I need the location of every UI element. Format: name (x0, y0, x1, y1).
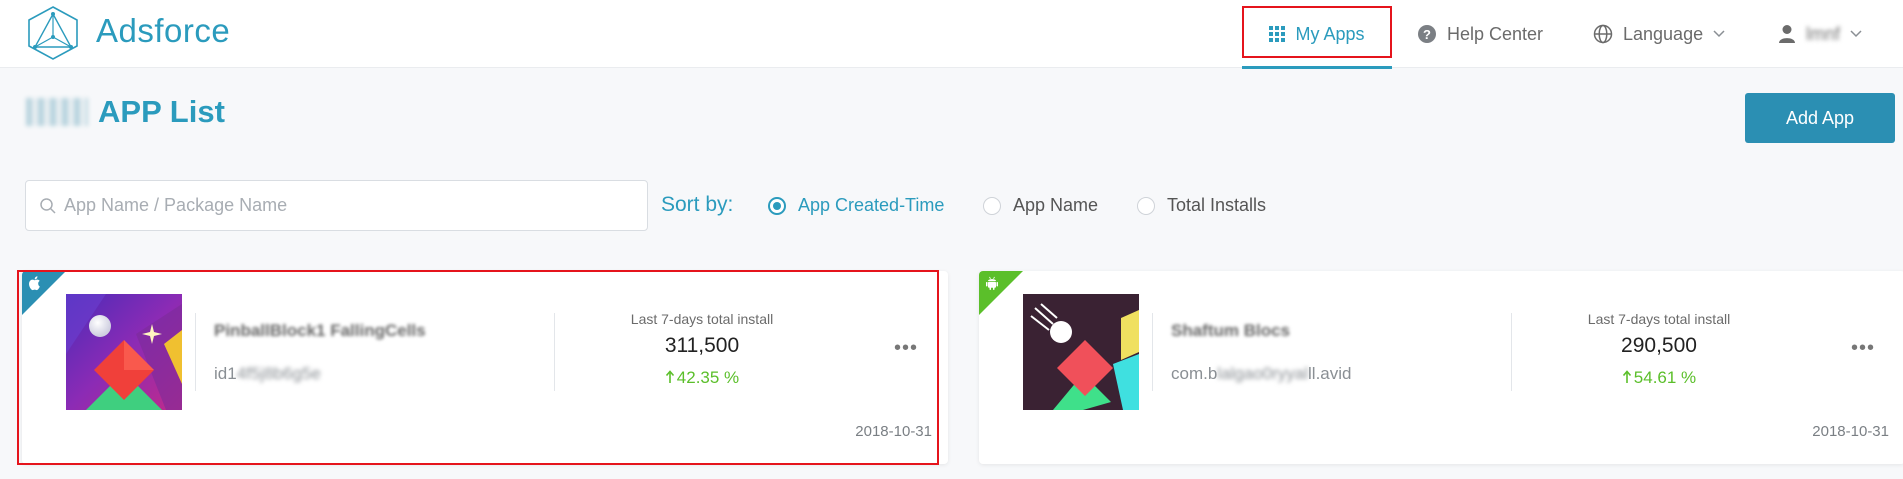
install-count: 311,500 (664, 334, 740, 357)
growth-rate: 54.61 % (1511, 368, 1807, 388)
nav-help-center-label: Help Center (1447, 23, 1544, 44)
nav-language[interactable]: Language (1593, 0, 1735, 68)
chevron-down-icon (1850, 30, 1862, 38)
app-id: com.blalgao0ryyalll.avid (1171, 364, 1352, 384)
growth-rate: 42.35 % (554, 368, 850, 388)
app-icon-blocks (1023, 294, 1139, 410)
divider (195, 313, 196, 391)
account-name-blurred (26, 98, 88, 126)
android-icon (986, 276, 998, 290)
growth-value: 42.35 % (676, 368, 740, 387)
add-app-button[interactable]: Add App (1745, 93, 1895, 143)
brand-name: Adsforce (96, 12, 231, 49)
install-count: 290,500 (1621, 334, 1697, 357)
radio-empty-icon (1137, 196, 1155, 215)
nav-user-menu[interactable]: lmnf (1778, 0, 1872, 68)
adsforce-logo-icon (28, 6, 78, 60)
app-id-blurred: lalgao0ryyal (1217, 364, 1309, 383)
arrow-up-icon (665, 370, 674, 383)
sort-option-total-installs[interactable]: Total Installs (1137, 195, 1266, 216)
created-date: 2018-10-31 (855, 423, 932, 440)
app-id-prefix: id1 (214, 364, 237, 383)
sort-by-label: Sort by: (661, 193, 734, 216)
app-id-prefix: com.b (1171, 364, 1218, 383)
page-title-text: APP List (98, 94, 225, 129)
search-box[interactable] (25, 180, 648, 231)
divider (1152, 313, 1153, 391)
svg-text:?: ? (1423, 27, 1431, 42)
app-card[interactable]: Shaftum Blocs com.blalgao0ryyalll.avid L… (979, 271, 1903, 464)
app-icon-pinball (66, 294, 182, 410)
help-circle-icon: ? (1418, 25, 1436, 43)
top-header: Adsforce My Apps ? Help Center Language … (0, 0, 1903, 69)
user-icon (1779, 25, 1795, 43)
search-icon (40, 197, 56, 214)
user-name: lmnf (1806, 23, 1841, 44)
page-title: APP List (26, 94, 225, 130)
highlight-box (1242, 6, 1392, 58)
app-card[interactable]: PinballBlock1 FallingCells id14f5j8b6g5e… (22, 271, 948, 464)
arrow-up-icon (1622, 370, 1631, 383)
sort-option-label: App Name (1013, 195, 1099, 215)
sort-option-app-name[interactable]: App Name (983, 195, 1098, 216)
nav-my-apps[interactable]: My Apps (1242, 0, 1392, 69)
app-name: Shaftum Blocs (1171, 321, 1291, 340)
sort-option-label: App Created-Time (798, 195, 945, 215)
more-options-icon[interactable]: ••• (1851, 337, 1875, 360)
created-date: 2018-10-31 (1812, 423, 1889, 440)
app-name: PinballBlock1 FallingCells (214, 321, 426, 340)
nav-language-label: Language (1623, 23, 1704, 44)
install-stat-label: Last 7-days total install (1587, 311, 1731, 327)
globe-icon (1593, 24, 1613, 44)
sort-option-label: Total Installs (1167, 195, 1267, 215)
app-id-blurred: 4f5j8b6g5e (236, 364, 321, 383)
active-tab-underline (1242, 66, 1392, 69)
app-id: id14f5j8b6g5e (214, 364, 321, 384)
radio-empty-icon (983, 196, 1001, 215)
sort-option-created-time[interactable]: App Created-Time (768, 195, 944, 216)
app-id-suffix: ll.avid (1308, 364, 1352, 383)
nav-help-center[interactable]: ? Help Center (1417, 0, 1543, 68)
radio-selected-icon (768, 196, 786, 215)
chevron-down-icon (1713, 30, 1725, 38)
growth-value: 54.61 % (1633, 368, 1697, 387)
apple-icon (29, 276, 40, 291)
install-stat-label: Last 7-days total install (630, 311, 774, 327)
more-options-icon[interactable]: ••• (894, 337, 918, 360)
search-input[interactable] (64, 195, 624, 216)
